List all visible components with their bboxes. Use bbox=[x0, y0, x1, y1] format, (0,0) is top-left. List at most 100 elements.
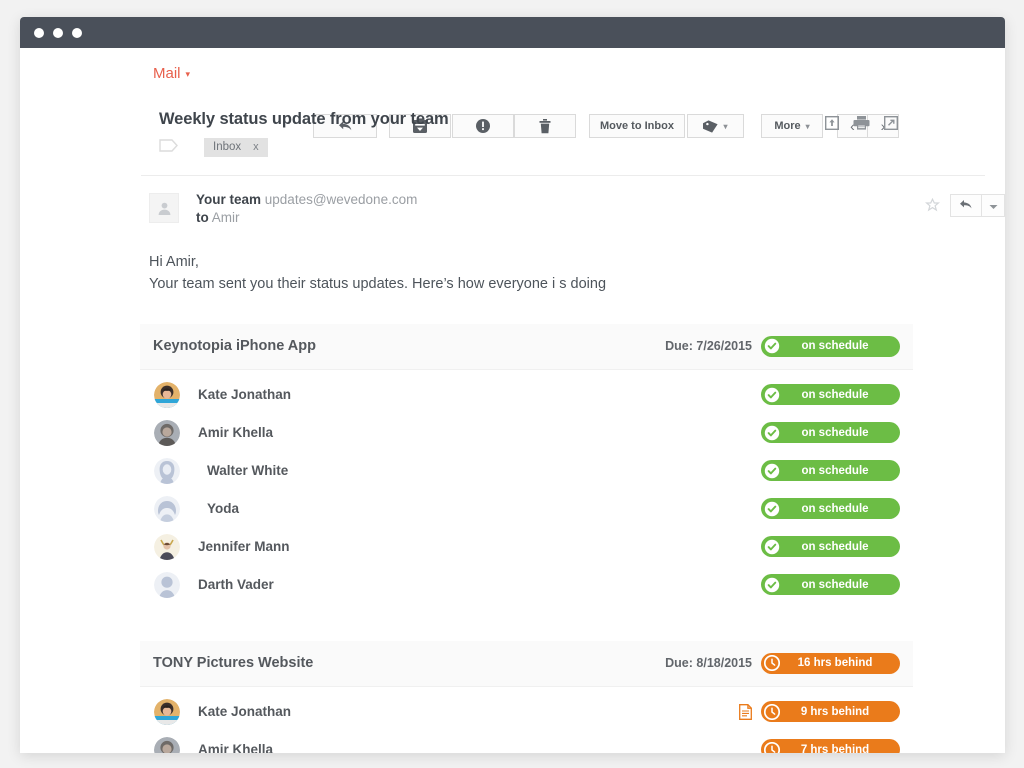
sender-name: Your team bbox=[196, 192, 262, 207]
star-icon[interactable] bbox=[924, 197, 941, 213]
member-name: Jennifer Mann bbox=[198, 539, 290, 555]
status-badge[interactable]: on schedule bbox=[761, 498, 900, 520]
table-row[interactable]: Kate Jonathan on schedule bbox=[140, 376, 913, 414]
status-badge[interactable]: on schedule bbox=[761, 422, 900, 444]
print-icon[interactable] bbox=[853, 116, 870, 130]
sender-line: Your team updates@wevedone.com bbox=[196, 192, 417, 207]
project-header: TONY Pictures Website Due: 8/18/2015 16 … bbox=[140, 640, 913, 687]
member-name: Amir Khella bbox=[198, 425, 274, 441]
check-circle-icon bbox=[764, 501, 780, 517]
window-titlebar bbox=[20, 17, 1005, 48]
avatar bbox=[154, 698, 180, 725]
project-due-date: Due: 8/18/2015 bbox=[665, 656, 752, 671]
member-status: on schedule bbox=[761, 460, 900, 482]
clock-icon bbox=[763, 741, 781, 753]
window-dot-close[interactable] bbox=[34, 27, 44, 38]
check-circle-icon bbox=[764, 387, 780, 403]
member-name: Amir Khella bbox=[198, 742, 274, 753]
status-badge[interactable]: 9 hrs behind bbox=[761, 701, 900, 723]
label-chip-inbox[interactable]: Inbox x bbox=[204, 138, 268, 157]
member-name: Yoda bbox=[207, 501, 240, 517]
status-badge-text: on schedule bbox=[801, 340, 869, 353]
subject-block: Weekly status update from your team Inbo… bbox=[20, 110, 1005, 157]
check-circle-icon bbox=[764, 338, 780, 354]
project-header: Keynotopia iPhone App Due: 7/26/2015 on … bbox=[140, 323, 913, 370]
mail-toolbar: Mail ▾ Move to Inbox ▾ More ▾ ‹ › bbox=[20, 48, 1005, 138]
table-row[interactable]: Darth Vader on schedule bbox=[140, 566, 913, 604]
avatar bbox=[154, 533, 180, 560]
chevron-down-icon: ▾ bbox=[185, 69, 191, 79]
open-in-new-window-icon[interactable] bbox=[883, 115, 899, 131]
project-cards: Keynotopia iPhone App Due: 7/26/2015 on … bbox=[20, 323, 1005, 753]
member-status: 7 hrs behind bbox=[761, 739, 900, 753]
member-status: on schedule bbox=[761, 422, 900, 444]
app-window: Mail ▾ Move to Inbox ▾ More ▾ ‹ › Weekly… bbox=[20, 17, 1005, 753]
check-circle-icon bbox=[764, 463, 780, 479]
table-row[interactable]: Yoda on schedule bbox=[140, 490, 913, 528]
body-line-2: Your team sent you their status updates.… bbox=[149, 276, 607, 293]
label-outline-icon[interactable] bbox=[159, 138, 178, 157]
member-status: on schedule bbox=[761, 498, 900, 520]
clock-icon bbox=[763, 655, 781, 672]
member-status: on schedule bbox=[761, 384, 900, 406]
chevron-down-icon bbox=[989, 197, 998, 215]
table-row[interactable]: Jennifer Mann on schedule bbox=[140, 528, 913, 566]
reply-button-inline[interactable] bbox=[950, 194, 982, 217]
window-dot-maximize[interactable] bbox=[72, 27, 82, 38]
table-row[interactable]: Amir Khella 7 hrs behind bbox=[140, 731, 913, 753]
window-dot-minimize[interactable] bbox=[53, 27, 63, 38]
status-badge[interactable]: 16 hrs behind bbox=[761, 652, 900, 674]
mail-dropdown-label: Mail bbox=[153, 65, 181, 82]
recipient-line: to Amir bbox=[196, 210, 417, 225]
project-members: Kate Jonathan 9 hrs behind Amir Khella 7… bbox=[140, 687, 913, 753]
project-header-right: Due: 7/26/2015 on schedule bbox=[665, 335, 900, 357]
status-badge-text: on schedule bbox=[801, 464, 869, 477]
member-name: Darth Vader bbox=[198, 577, 274, 593]
avatar bbox=[154, 571, 180, 598]
subject-action-icons bbox=[824, 115, 899, 131]
status-badge-text: on schedule bbox=[801, 426, 869, 439]
table-row[interactable]: Walter White on schedule bbox=[140, 452, 913, 490]
move-to-inbox-icon[interactable] bbox=[824, 115, 840, 131]
sender-address: updates@wevedone.com bbox=[264, 192, 418, 207]
avatar bbox=[149, 193, 179, 223]
sender-action-icons bbox=[924, 194, 1005, 217]
reply-options-button[interactable] bbox=[982, 194, 1005, 217]
member-status: on schedule bbox=[761, 574, 900, 596]
mail-dropdown[interactable]: Mail ▾ bbox=[153, 65, 190, 82]
status-badge[interactable]: on schedule bbox=[761, 574, 900, 596]
status-badge[interactable]: on schedule bbox=[761, 460, 900, 482]
status-badge-text: on schedule bbox=[801, 578, 869, 591]
avatar bbox=[154, 736, 180, 753]
note-document-icon[interactable] bbox=[739, 703, 752, 720]
status-badge[interactable]: on schedule bbox=[761, 536, 900, 558]
status-badge-text: on schedule bbox=[801, 388, 869, 401]
to-prefix: to bbox=[196, 210, 209, 225]
table-row[interactable]: Kate Jonathan 9 hrs behind bbox=[140, 693, 913, 731]
check-circle-icon bbox=[764, 425, 780, 441]
member-status: 9 hrs behind bbox=[739, 701, 900, 723]
email-body: Hi Amir, Your team sent you their status… bbox=[20, 251, 1005, 296]
member-name: Kate Jonathan bbox=[198, 704, 292, 720]
status-badge-text: 9 hrs behind bbox=[800, 705, 870, 718]
member-name: Kate Jonathan bbox=[198, 387, 292, 403]
avatar bbox=[154, 381, 180, 408]
member-name: Walter White bbox=[207, 463, 289, 479]
project-title: Keynotopia iPhone App bbox=[153, 338, 316, 355]
status-badge[interactable]: on schedule bbox=[761, 384, 900, 406]
member-status: on schedule bbox=[761, 536, 900, 558]
status-badge-text: on schedule bbox=[801, 540, 869, 553]
clock-icon bbox=[763, 703, 781, 720]
header-divider bbox=[141, 175, 985, 176]
body-line-1: Hi Amir, bbox=[149, 254, 199, 270]
status-badge[interactable]: on schedule bbox=[761, 335, 900, 357]
status-badge[interactable]: 7 hrs behind bbox=[761, 739, 900, 753]
sender-block: Your team updates@wevedone.com to Amir bbox=[20, 192, 1005, 225]
close-icon[interactable]: x bbox=[253, 141, 259, 153]
avatar bbox=[154, 419, 180, 446]
project-title: TONY Pictures Website bbox=[153, 655, 314, 672]
sender-meta: Your team updates@wevedone.com to Amir bbox=[196, 192, 417, 225]
to-recipient: Amir bbox=[211, 210, 240, 225]
status-badge-text: 16 hrs behind bbox=[797, 657, 873, 670]
table-row[interactable]: Amir Khella on schedule bbox=[140, 414, 913, 452]
